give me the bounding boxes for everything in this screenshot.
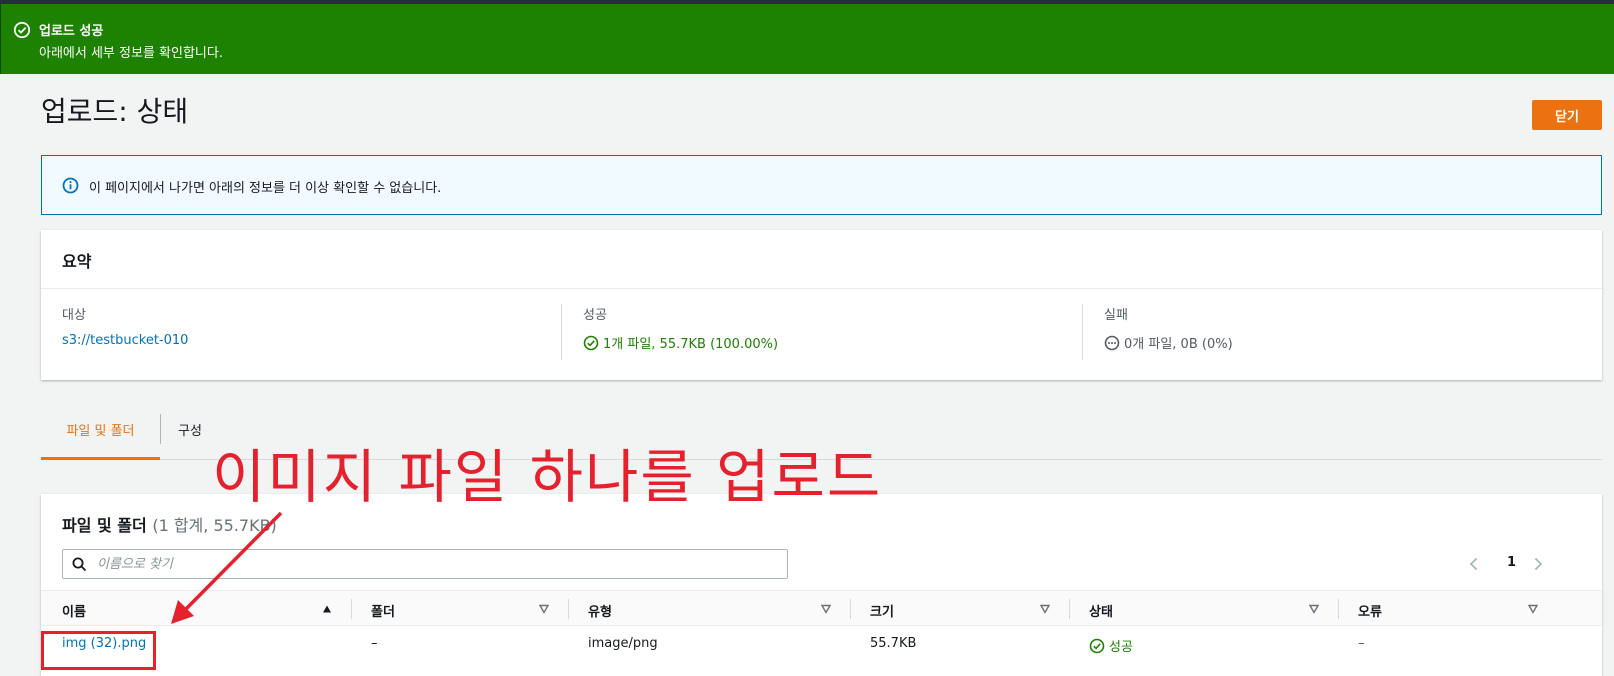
column-separator [850, 599, 851, 619]
pending-ellipsis-icon [1104, 335, 1120, 350]
column-header-label: 폴더 [371, 605, 395, 620]
pagination: 1 [1466, 552, 1596, 576]
column-header-label: 크기 [870, 605, 894, 620]
summary-divider [1082, 304, 1083, 360]
upload-success-flash: 업로드 성공 아래에서 세부 정보를 확인합니다. [0, 4, 1614, 74]
sort-down-icon [1040, 604, 1050, 614]
failed-value: 0개 파일, 0B (0%) [1124, 337, 1233, 352]
page-title: 업로드: 상태 [41, 95, 189, 128]
failed-label: 실패 [1104, 308, 1128, 323]
summary-destination: 대상 s3://testbucket-010 [62, 304, 567, 360]
sort-down-icon [1309, 604, 1319, 614]
table-row: img (32).png – image/png 55.7KB 성공 – [41, 626, 1602, 662]
files-panel: 파일 및 폴더 (1 합계, 55.7KB) 1 이름 폴더 유형 [41, 494, 1602, 676]
table-header: 이름 폴더 유형 크기 상태 오류 [41, 590, 1602, 626]
success-status-icon [1089, 638, 1105, 653]
search-icon [72, 557, 87, 572]
info-text: 이 페이지에서 나가면 아래의 정보를 더 이상 확인할 수 없습니다. [89, 181, 442, 196]
chevron-left-icon[interactable] [1466, 556, 1482, 572]
summary-header: 요약 [41, 230, 1602, 289]
column-header-size[interactable]: 크기 [870, 591, 1052, 627]
files-count: (1 합계, 55.7KB) [152, 516, 277, 535]
column-separator [1338, 599, 1339, 619]
files-heading-text: 파일 및 폴더 [62, 516, 147, 535]
annotation-highlight-box [41, 631, 156, 670]
success-status-icon [583, 335, 599, 350]
success-value: 1개 파일, 55.7KB (100.00%) [603, 337, 779, 352]
column-header-label: 이름 [62, 605, 86, 620]
summary-failed: 실패 0개 파일, 0B (0%) [1104, 304, 1609, 360]
file-type: image/png [588, 636, 658, 651]
column-header-status[interactable]: 상태 [1089, 591, 1321, 627]
info-icon [62, 177, 79, 194]
tab-files-and-folders[interactable]: 파일 및 폴더 [41, 410, 160, 460]
column-separator [351, 599, 352, 619]
file-folder: – [371, 636, 378, 651]
file-status-text: 성공 [1109, 640, 1133, 655]
column-header-label: 오류 [1358, 605, 1382, 620]
file-error: – [1358, 636, 1365, 651]
info-alert: 이 페이지에서 나가면 아래의 정보를 더 이상 확인할 수 없습니다. [41, 155, 1602, 215]
close-button[interactable]: 닫기 [1532, 100, 1602, 130]
column-header-label: 상태 [1089, 605, 1113, 620]
file-status: 성공 [1089, 636, 1133, 655]
search-input[interactable] [95, 553, 775, 575]
flash-title: 업로드 성공 [39, 24, 104, 39]
search-box [62, 549, 788, 579]
flash-description: 아래에서 세부 정보를 확인합니다. [39, 46, 223, 61]
summary-success: 성공 1개 파일, 55.7KB (100.00%) [583, 304, 1088, 360]
column-separator [1069, 599, 1070, 619]
summary-heading: 요약 [62, 252, 92, 271]
destination-label: 대상 [62, 308, 86, 323]
column-header-error[interactable]: 오류 [1358, 591, 1540, 627]
page-number[interactable]: 1 [1507, 555, 1516, 570]
tab-separator [160, 414, 161, 444]
column-separator [568, 599, 569, 619]
destination-link[interactable]: s3://testbucket-010 [62, 333, 567, 348]
files-heading: 파일 및 폴더 (1 합계, 55.7KB) [62, 512, 277, 536]
column-header-name[interactable]: 이름 [62, 591, 332, 627]
success-label: 성공 [583, 308, 607, 323]
column-header-folder[interactable]: 폴더 [371, 591, 551, 627]
annotation-text: 이미지 파일 하나를 업로드 [212, 443, 883, 511]
file-size: 55.7KB [870, 636, 917, 651]
success-check-icon [13, 21, 31, 39]
sort-down-icon [1528, 604, 1538, 614]
sort-down-icon [821, 604, 831, 614]
column-header-label: 유형 [588, 605, 612, 620]
sort-ascending-icon [323, 605, 331, 613]
chevron-right-icon[interactable] [1530, 556, 1546, 572]
tab-configuration[interactable]: 구성 [178, 410, 202, 460]
summary-divider [561, 304, 562, 360]
summary-panel: 요약 대상 s3://testbucket-010 성공 1개 파일, 55.7… [41, 230, 1602, 380]
column-header-type[interactable]: 유형 [588, 591, 833, 627]
sort-down-icon [539, 604, 549, 614]
